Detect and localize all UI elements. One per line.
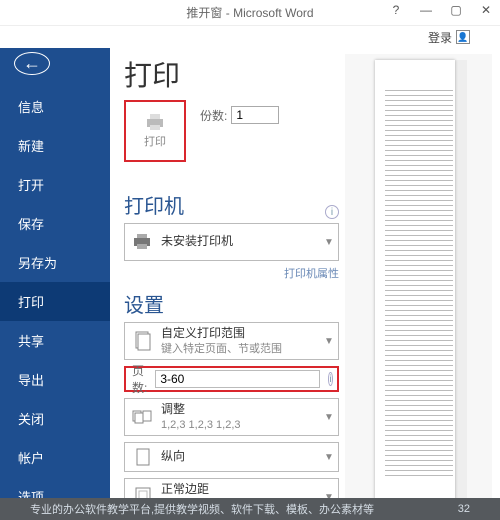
login-row: 登录 👤 xyxy=(0,26,500,48)
minimize-icon[interactable]: — xyxy=(412,0,440,20)
printer-icon xyxy=(144,113,166,131)
orientation-icon xyxy=(125,448,161,466)
nav-new[interactable]: 新建 xyxy=(0,126,110,165)
nav-account[interactable]: 帐户 xyxy=(0,438,110,477)
back-arrow-icon: ← xyxy=(23,53,41,74)
range-line1: 自定义打印范围 xyxy=(161,326,320,342)
page-title: 打印 xyxy=(124,54,339,94)
nav-info[interactable]: 信息 xyxy=(0,87,110,126)
info-icon[interactable]: i xyxy=(328,372,333,386)
settings-heading: 设置 xyxy=(124,289,339,318)
orient-line1: 纵向 xyxy=(161,449,320,465)
nav-save[interactable]: 保存 xyxy=(0,204,110,243)
copies: 份数: xyxy=(200,106,279,124)
collate-line2: 1,2,3 1,2,3 1,2,3 xyxy=(161,418,320,432)
user-icon[interactable]: 👤 xyxy=(456,30,470,44)
print-row: 打印 份数: xyxy=(124,100,339,162)
print-button[interactable]: 打印 xyxy=(124,100,186,162)
nav-open[interactable]: 打开 xyxy=(0,165,110,204)
printer-select[interactable]: 未安装打印机 ▼ xyxy=(124,223,339,261)
margin-line1: 正常边距 xyxy=(161,482,320,498)
preview-page xyxy=(375,60,455,498)
watermark-footer: 专业的办公软件教学平台,提供教学视频、软件下载、模板、办公素材等 32 xyxy=(0,498,500,520)
copies-label: 份数: xyxy=(200,107,227,124)
main: ← 信息 新建 打开 保存 另存为 打印 共享 导出 关闭 帐户 选项 打印 打… xyxy=(0,48,500,498)
pages-label: 页数: xyxy=(130,362,149,396)
printer-properties-link[interactable]: 打印机属性 xyxy=(124,265,339,281)
info-icon[interactable]: i xyxy=(325,205,339,219)
zoom-pct: 32 xyxy=(458,503,470,515)
margin-icon xyxy=(125,487,161,498)
titlebar: 推开窗 - Microsoft Word ? — ▢ ✕ xyxy=(0,0,500,26)
collate-line1: 调整 xyxy=(161,402,320,418)
pages-icon xyxy=(125,330,161,352)
printer-name: 未安装打印机 xyxy=(161,234,320,250)
printer-heading: 打印机 xyxy=(124,190,184,219)
chevron-down-icon: ▼ xyxy=(320,237,338,248)
close-icon[interactable]: ✕ xyxy=(472,0,500,20)
print-button-label: 打印 xyxy=(144,133,166,149)
window-title: 推开窗 - Microsoft Word xyxy=(186,4,313,21)
margin-select[interactable]: 正常边距 左: 3.18 厘米 右: 3… ▼ xyxy=(124,478,339,498)
footer-text: 专业的办公软件教学平台,提供教学视频、软件下载、模板、办公素材等 xyxy=(30,501,374,517)
nav-print[interactable]: 打印 xyxy=(0,282,110,321)
chevron-down-icon: ▼ xyxy=(320,452,338,463)
nav-saveas[interactable]: 另存为 xyxy=(0,243,110,282)
backstage-sidebar: ← 信息 新建 打开 保存 另存为 打印 共享 导出 关闭 帐户 选项 xyxy=(0,48,110,498)
window-buttons: ? — ▢ ✕ xyxy=(382,0,500,20)
nav-export[interactable]: 导出 xyxy=(0,360,110,399)
orientation-select[interactable]: 纵向 ▼ xyxy=(124,442,339,472)
pages-input[interactable] xyxy=(155,370,320,388)
chevron-down-icon: ▼ xyxy=(320,336,338,347)
nav-share[interactable]: 共享 xyxy=(0,321,110,360)
help-icon[interactable]: ? xyxy=(382,0,410,20)
copies-input[interactable] xyxy=(231,106,279,124)
maximize-icon[interactable]: ▢ xyxy=(442,0,470,20)
scrollbar-vertical[interactable] xyxy=(455,60,467,498)
login-link[interactable]: 登录 xyxy=(428,29,452,46)
collate-select[interactable]: 调整 1,2,3 1,2,3 1,2,3 ▼ xyxy=(124,398,339,436)
back-button[interactable]: ← xyxy=(14,52,50,75)
collate-icon xyxy=(125,408,161,426)
chevron-down-icon: ▼ xyxy=(320,412,338,423)
pages-row: 页数: i xyxy=(124,366,339,392)
print-range-select[interactable]: 自定义打印范围 键入特定页面、节或范围 ▼ xyxy=(124,322,339,360)
print-column: 打印 打印 份数: 打印机 i 未安装打印机 ▼ xyxy=(124,54,339,498)
nav-close[interactable]: 关闭 xyxy=(0,399,110,438)
printer-status-icon xyxy=(125,233,161,251)
range-line2: 键入特定页面、节或范围 xyxy=(161,342,320,356)
print-preview xyxy=(345,54,492,498)
content: 打印 打印 份数: 打印机 i 未安装打印机 ▼ xyxy=(110,48,500,498)
